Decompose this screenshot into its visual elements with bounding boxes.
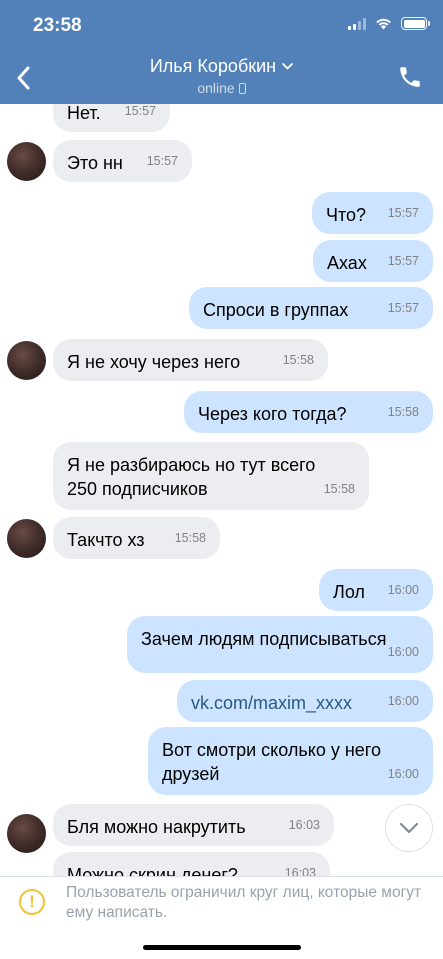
message-bubble-outgoing[interactable]: Зачем людям подписываться 16:00: [127, 616, 433, 673]
message-bubble-outgoing[interactable]: Лол 16:00: [319, 569, 433, 611]
message-time: 16:00: [387, 583, 419, 597]
contact-name: Илья Коробкин: [149, 56, 277, 76]
message-text: Бля можно накрутить: [67, 817, 246, 837]
message-text: Вот смотри сколько у него друзей: [162, 740, 381, 784]
contact-title[interactable]: Илья Коробкин online: [0, 56, 443, 96]
scroll-to-bottom-button[interactable]: [385, 804, 433, 852]
online-status: online: [0, 80, 443, 96]
wifi-icon: [376, 18, 391, 30]
message-text: Лол: [333, 582, 365, 602]
message-bubble-outgoing[interactable]: Что? 15:57: [312, 192, 433, 234]
contact-name-button[interactable]: Илья Коробкин: [149, 56, 294, 77]
message-bubble-incoming[interactable]: Такчто хз 15:58: [53, 517, 220, 559]
exclamation-circle-icon: !: [19, 889, 45, 915]
message-text: Через кого тогда?: [198, 404, 347, 424]
message-bubble-incoming[interactable]: Я не разбираюсь но тут всего 250 подписч…: [53, 442, 369, 510]
message-bubble-outgoing[interactable]: Ахах 15:57: [313, 240, 433, 282]
message-time: 16:00: [387, 767, 419, 781]
avatar[interactable]: [7, 341, 46, 380]
message-time: 15:58: [282, 353, 314, 367]
message-text: Такчто хз: [67, 530, 145, 550]
message-time: 16:03: [288, 818, 320, 832]
restriction-text: Пользователь ограничил круг лиц, которые…: [66, 884, 422, 921]
message-text: Что?: [326, 205, 367, 225]
chat-header: 23:58 Илья Коробкин online: [0, 0, 443, 104]
chevron-down-icon: [282, 63, 294, 70]
message-time: 15:58: [323, 482, 355, 496]
message-time: 15:58: [174, 531, 206, 545]
message-bubble-outgoing[interactable]: vk.com/maxim_xxxx 16:00: [177, 680, 433, 722]
message-text: Это нн: [67, 153, 123, 173]
signal-icon: [348, 17, 366, 30]
message-text: Нет.: [67, 104, 101, 123]
message-time: 15:58: [387, 405, 419, 419]
message-time: 15:57: [387, 254, 419, 268]
avatar[interactable]: [7, 519, 46, 558]
status-icons: [348, 17, 430, 30]
message-time: 15:57: [146, 154, 178, 168]
message-bubble-incoming[interactable]: Это нн 15:57: [53, 140, 192, 182]
mobile-icon: [238, 82, 246, 94]
avatar[interactable]: [7, 142, 46, 181]
message-time: 16:00: [387, 645, 419, 659]
message-bubble-outgoing[interactable]: Через кого тогда? 15:58: [184, 391, 433, 433]
home-indicator[interactable]: [143, 945, 301, 950]
phone-icon: [400, 67, 420, 87]
message-list[interactable]: Нет. 15:57 Это нн 15:57 Что? 15:57 Ахах …: [0, 104, 443, 880]
message-time: 16:00: [387, 694, 419, 708]
message-link[interactable]: vk.com/maxim_xxxx: [191, 693, 352, 713]
battery-icon: [401, 17, 430, 30]
message-bubble-outgoing[interactable]: Спроси в группах 15:57: [189, 287, 433, 329]
message-bubble-incoming[interactable]: Бля можно накрутить 16:03: [53, 804, 334, 846]
message-text: Я не разбираюсь но тут всего 250 подписч…: [67, 455, 316, 499]
message-text: Спроси в группах: [203, 300, 349, 320]
avatar[interactable]: [7, 814, 46, 853]
chevron-down-icon: [399, 822, 419, 834]
message-time: 15:57: [387, 301, 419, 315]
message-bubble-outgoing[interactable]: Вот смотри сколько у него друзей 16:00: [148, 727, 433, 795]
message-time: 15:57: [387, 206, 419, 220]
message-text: Ахах: [327, 253, 367, 273]
message-text: Зачем людям подписываться: [141, 629, 387, 649]
message-bubble-incoming[interactable]: Нет. 15:57: [53, 104, 170, 132]
status-time: 23:58: [33, 15, 82, 36]
message-time: 15:57: [124, 104, 156, 118]
message-text: Я не хочу через него: [67, 352, 241, 372]
call-button[interactable]: [397, 64, 425, 92]
message-bubble-incoming[interactable]: Я не хочу через него 15:58: [53, 339, 328, 381]
